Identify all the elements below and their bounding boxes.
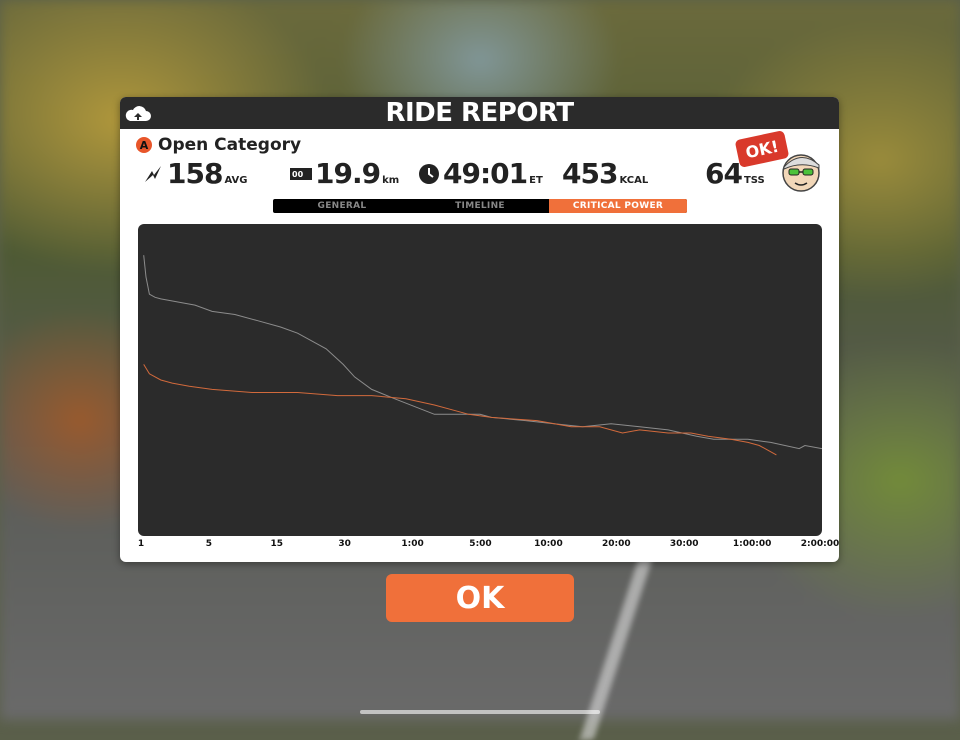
x-tick-label: 1 [137,539,145,549]
panel-header: RIDE REPORT [120,97,839,129]
time-unit: ET [529,175,543,186]
x-tick-label: 20:00 [601,539,631,549]
calories-unit: KCAL [619,175,649,186]
x-tick-label: 30 [338,539,351,549]
home-indicator[interactable] [360,710,600,714]
stat-calories: 453 KCAL [562,157,648,190]
x-axis-ticks: 1 5 15 30 1:00 5:00 10:00 20:00 30:00 1:00:00 2:00… [120,539,839,553]
tss-unit: TSS [743,175,765,186]
x-tick-label: 2:00:00 [800,539,839,549]
tab-critical-power[interactable]: CRITICAL POWER [549,199,687,213]
x-tick-label: 5 [205,539,213,549]
category-row: A Open Category [136,135,301,155]
stat-distance: 00 19.9 km [290,157,399,190]
stat-time: 49:01 ET [418,157,543,190]
distance-unit: km [382,175,400,186]
stat-power: 158 AVG [142,157,247,190]
report-tabs: GENERAL TIMELINE CRITICAL POWER [273,199,687,213]
stats-row: 158 AVG 00 19.9 km 49:01 ET 453 KCAL 64 … [120,157,839,191]
power-bolt-icon [145,165,161,182]
ride-report-panel: RIDE REPORT A Open Category 158 AVG 00 1… [120,97,839,562]
avatar [782,154,820,192]
clock-icon [419,163,439,184]
power-unit: AVG [224,175,248,186]
odometer-icon: 00 [290,167,312,180]
category-badge: A [136,137,152,153]
x-tick-label: 15 [270,539,284,549]
x-tick-label: 10:00 [534,539,563,549]
power-value: 158 [167,157,223,190]
svg-text:00: 00 [292,170,304,179]
critical-power-plot [143,255,822,456]
x-tick-label: 30:00 [669,539,699,549]
ok-button[interactable]: OK [386,574,574,622]
x-tick-label: 1:00:00 [732,539,772,549]
tss-value: 64 [705,157,743,190]
category-name: Open Category [158,135,302,155]
calories-value: 453 [562,157,618,190]
tab-general[interactable]: GENERAL [273,199,411,213]
x-tick-label: 1:00 [401,539,424,549]
cloud-upload-icon[interactable] [124,104,152,124]
x-tick-label: 5:00 [469,539,492,549]
tab-timeline[interactable]: TIMELINE [411,199,549,213]
page-title: RIDE REPORT [385,98,574,128]
series-line-1 [143,364,777,456]
time-value: 49:01 [443,157,528,190]
distance-value: 19.9 [315,157,381,190]
series-line-0 [143,255,822,450]
